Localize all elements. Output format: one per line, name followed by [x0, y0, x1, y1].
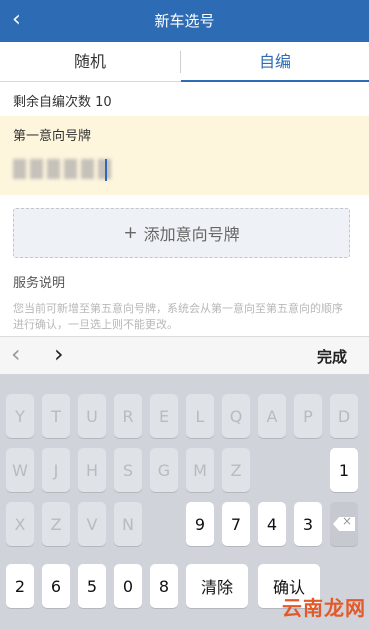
clear-key[interactable]: 清除 [186, 564, 248, 608]
keyboard-toolbar: ‹ › 完成 [0, 336, 369, 374]
key[interactable]: 8 [150, 564, 178, 608]
tab-bar: 随机 自编 [0, 42, 369, 82]
key[interactable]: 9 [186, 502, 214, 546]
key[interactable]: P [294, 394, 322, 438]
key[interactable]: 2 [6, 564, 34, 608]
plate-char [81, 159, 94, 179]
plate-char [30, 159, 43, 179]
key[interactable]: 3 [294, 502, 322, 546]
previous-field-icon[interactable]: ‹ [11, 340, 21, 368]
key[interactable]: G [150, 448, 178, 492]
plate-char [47, 159, 60, 179]
key[interactable]: L [186, 394, 214, 438]
key[interactable]: D [330, 394, 358, 438]
key[interactable]: V [78, 502, 106, 546]
add-choice-label: 添加意向号牌 [143, 225, 240, 244]
watermark-logo: 云南龙网 [282, 596, 366, 620]
tab-active-indicator [181, 80, 369, 82]
key[interactable]: A [258, 394, 286, 438]
key[interactable]: X [6, 502, 34, 546]
next-field-icon[interactable]: › [54, 340, 64, 368]
key[interactable]: E [150, 394, 178, 438]
key[interactable]: 5 [78, 564, 106, 608]
first-choice-label: 第一意向号牌 [13, 129, 92, 144]
key[interactable]: N [114, 502, 142, 546]
key[interactable]: H [78, 448, 106, 492]
plus-icon: + [123, 223, 138, 243]
plate-char [13, 159, 26, 179]
key[interactable]: R [114, 394, 142, 438]
tab-random[interactable]: 随机 [0, 42, 180, 82]
add-choice-button[interactable]: + 添加意向号牌 [13, 208, 350, 258]
key[interactable]: W [6, 448, 34, 492]
done-button[interactable]: 完成 [317, 346, 347, 367]
service-description: 您当前可新增至第五意向号牌，系统会从第一意向至第五意向的顺序进行确认，一旦选上则… [13, 302, 343, 331]
remaining-count-text: 剩余自编次数 10 [13, 95, 112, 110]
page-title: 新车选号 [154, 12, 215, 30]
key[interactable]: T [42, 394, 70, 438]
key[interactable]: 6 [42, 564, 70, 608]
text-caret [105, 159, 107, 181]
nav-bar: ‹ 新车选号 [0, 0, 369, 42]
plate-number-input-blurred[interactable] [13, 159, 111, 179]
key[interactable]: Y [6, 394, 34, 438]
key[interactable]: 0 [114, 564, 142, 608]
key[interactable]: U [78, 394, 106, 438]
backspace-icon [333, 517, 355, 531]
key[interactable]: 4 [258, 502, 286, 546]
key[interactable]: 7 [222, 502, 250, 546]
key[interactable]: M [186, 448, 214, 492]
key[interactable]: Z [222, 448, 250, 492]
backspace-key[interactable] [330, 502, 358, 546]
plate-char [64, 159, 77, 179]
plate-keyboard: Y T U R E L Q A P D W J H S G M Z 1 X Z … [0, 374, 369, 629]
tab-custom[interactable]: 自编 [181, 42, 369, 82]
key[interactable]: J [42, 448, 70, 492]
key[interactable]: 1 [330, 448, 358, 492]
first-choice-card[interactable]: 第一意向号牌 [0, 116, 369, 195]
key[interactable]: S [114, 448, 142, 492]
key[interactable]: Z [42, 502, 70, 546]
service-title: 服务说明 [13, 276, 66, 291]
key[interactable]: Q [222, 394, 250, 438]
